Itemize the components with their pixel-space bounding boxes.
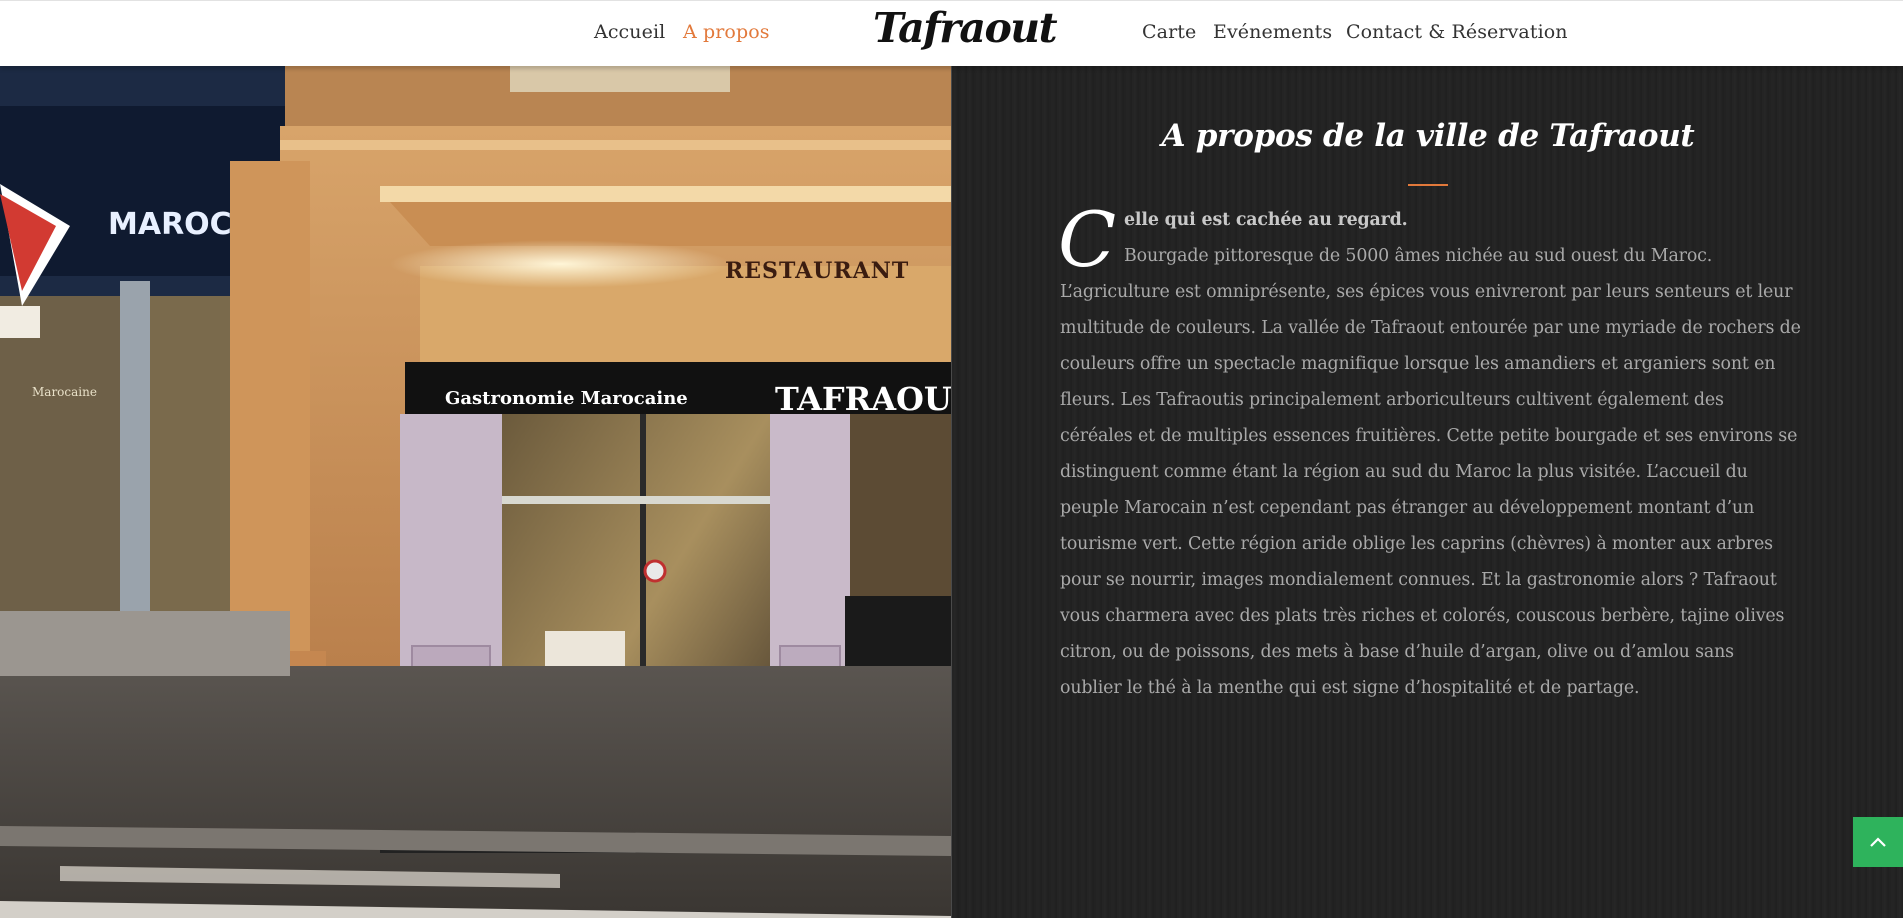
restaurant-sign: RESTAURANT <box>725 258 909 284</box>
about-line: couleurs offre un spectacle magnifique l… <box>1060 354 1776 374</box>
restaurant-facade-photo: MAROCAIN Marocaine RESTAURANT Gastronomi… <box>0 66 951 918</box>
about-line: vous charmera avec des plats très riches… <box>1060 606 1785 626</box>
tafraout-sign: TAFRAOUT <box>775 380 951 418</box>
about-line: pour se nourrir, images mondialement con… <box>1060 570 1777 590</box>
about-line: multitude de couleurs. La vallée de Tafr… <box>1060 318 1801 338</box>
nav-evenements[interactable]: Evénements <box>1213 21 1332 43</box>
about-line: citron, ou de poissons, des mets à base … <box>1060 642 1734 662</box>
about-line: tourisme vert. Cette région aride oblige… <box>1060 534 1773 554</box>
site-header: Accueil A propos Tafraout Carte Evénemen… <box>0 0 1903 66</box>
window-sign: Marocaine <box>32 385 97 399</box>
about-line: peuple Marocain n’est cependant pas étra… <box>1060 498 1755 518</box>
about-line: fleurs. Les Tafraoutis principalement ar… <box>1060 390 1724 410</box>
chevron-up-icon <box>1870 837 1886 847</box>
gastronomie-sign: Gastronomie Marocaine <box>445 388 688 409</box>
nav-accueil[interactable]: Accueil <box>594 21 665 43</box>
about-text: C elle qui est cachée au regard. Bourgad… <box>1058 195 1805 706</box>
brand-logo[interactable]: Tafraout <box>873 4 1058 52</box>
about-line: oublier le thé à la menthe qui est signe… <box>1060 678 1640 698</box>
about-section: A propos de la ville de Tafraout C elle … <box>951 66 1903 918</box>
nav-a-propos[interactable]: A propos <box>683 21 770 43</box>
title-divider <box>1408 184 1448 186</box>
back-to-top-button[interactable] <box>1853 817 1903 867</box>
drop-cap: C <box>1058 195 1117 284</box>
about-title: A propos de la ville de Tafraout <box>1161 118 1695 154</box>
nav-carte[interactable]: Carte <box>1142 21 1196 43</box>
about-line: distinguent comme étant la région au sud… <box>1060 462 1748 482</box>
nav-contact-reservation[interactable]: Contact & Réservation <box>1346 21 1568 43</box>
about-line: Bourgade pittoresque de 5000 âmes nichée… <box>1124 246 1713 266</box>
about-lead: elle qui est cachée au regard. <box>1124 210 1408 230</box>
about-line: L’agriculture est omniprésente, ses épic… <box>1060 282 1793 302</box>
about-line: céréales et de multiples essences fruiti… <box>1060 426 1798 446</box>
